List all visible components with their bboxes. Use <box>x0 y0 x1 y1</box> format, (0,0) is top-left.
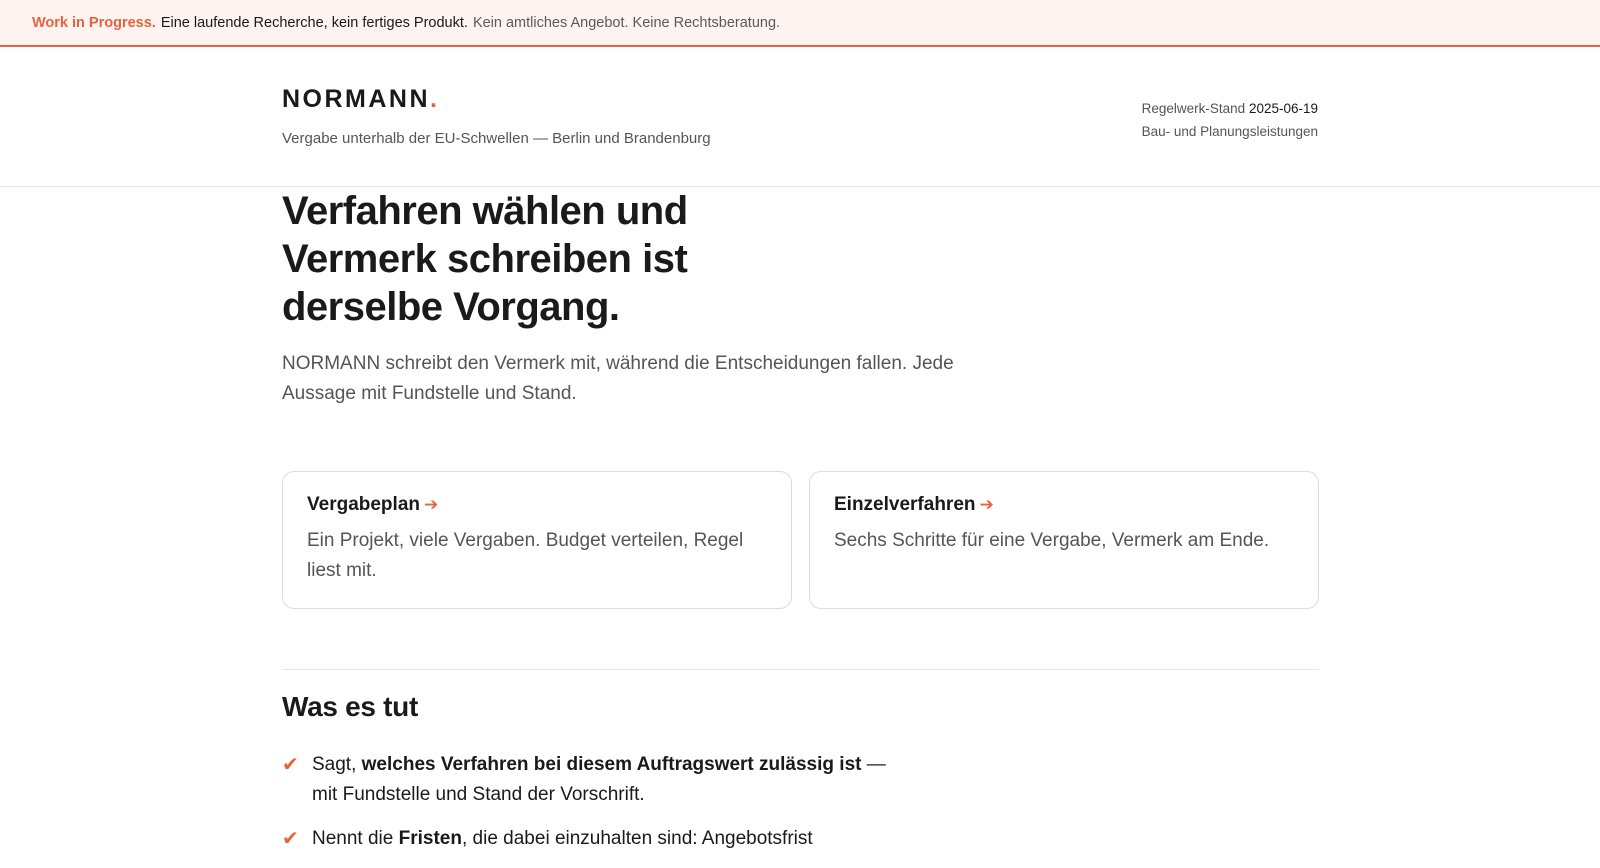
list-item: ✔ Nennt die Fristen, die dabei einzuhalt… <box>282 824 1319 854</box>
brand: NORMANN. Vergabe unterhalb der EU-Schwel… <box>282 87 711 148</box>
logo-dot: . <box>430 85 437 113</box>
card-einzelverfahren[interactable]: Einzelverfahren ➔ Sechs Schritte für eine… <box>809 471 1319 609</box>
regelwerk-date: 2025-06-19 <box>1248 101 1318 116</box>
card-title: Vergabeplan ➔ <box>307 494 767 516</box>
arrow-right-icon: ➔ <box>424 495 439 514</box>
wip-disclaimer: Kein amtliches Angebot. Keine Rechtsbera… <box>472 14 781 31</box>
list-item: ✔ Sagt, welches Verfahren bei diesem Auf… <box>282 750 1319 810</box>
wip-tag: Work in Progress. <box>32 14 156 31</box>
logo[interactable]: NORMANN. <box>282 87 711 112</box>
section-divider <box>282 669 1319 670</box>
checkmark-icon: ✔ <box>282 754 299 776</box>
hero-title: Verfahren wählen und Vermerk schreiben i… <box>282 189 688 329</box>
feature-emphasis: welches Verfahren bei diesem Auftragswer… <box>361 754 862 775</box>
regelwerk-stand: Regelwerk-Stand 2025-06-19 <box>1142 97 1318 120</box>
feature-pre: Sagt, <box>312 754 362 775</box>
site-header: NORMANN. Vergabe unterhalb der EU-Schwel… <box>0 47 1600 187</box>
tagline: Vergabe unterhalb der EU-Schwellen — Ber… <box>282 130 711 147</box>
card-title-text: Vergabeplan <box>307 494 420 515</box>
logo-text: NORMANN <box>282 85 431 113</box>
feature-emphasis: Fristen <box>398 828 462 849</box>
section-title: Was es tut <box>282 691 418 722</box>
card-vergabeplan[interactable]: Vergabeplan ➔ Ein Projekt, viele Vergaben… <box>282 471 792 609</box>
arrow-right-icon: ➔ <box>979 495 994 514</box>
regelwerk-label: Regelwerk-Stand <box>1141 101 1246 116</box>
feature-text: Sagt, welches Verfahren bei diesem Auftr… <box>312 750 912 810</box>
hero-lead: NORMANN schreibt den Vermerk mit, währen… <box>282 353 954 404</box>
main-content: Verfahren wählen und Vermerk schreiben i… <box>282 187 1319 868</box>
feature-post: , die dabei einzuhalten sind: Angebotsfr… <box>461 828 813 849</box>
card-title: Einzelverfahren ➔ <box>834 494 1294 516</box>
card-description: Ein Projekt, viele Vergaben. Budget vert… <box>307 530 744 581</box>
wip-banner: Work in Progress. Eine laufende Recherch… <box>0 0 1600 47</box>
wip-main-text: Eine laufende Recherche, kein fertiges P… <box>160 14 468 31</box>
card-title-text: Einzelverfahren <box>834 494 976 515</box>
feature-pre: Nennt die <box>312 828 399 849</box>
regelwerk-scope: Bau- und Planungsleistungen <box>1141 124 1318 139</box>
entry-cards: Vergabeplan ➔ Ein Projekt, viele Vergaben… <box>282 471 1319 609</box>
checkmark-icon: ✔ <box>282 828 299 850</box>
feature-list: ✔ Sagt, welches Verfahren bei diesem Auf… <box>282 750 1319 854</box>
feature-text: Nennt die Fristen, die dabei einzuhalten… <box>312 824 912 854</box>
regelwerk-meta: Regelwerk-Stand 2025-06-19 Bau- und Plan… <box>1142 97 1318 143</box>
card-description: Sechs Schritte für eine Vergabe, Vermerk… <box>834 530 1270 551</box>
